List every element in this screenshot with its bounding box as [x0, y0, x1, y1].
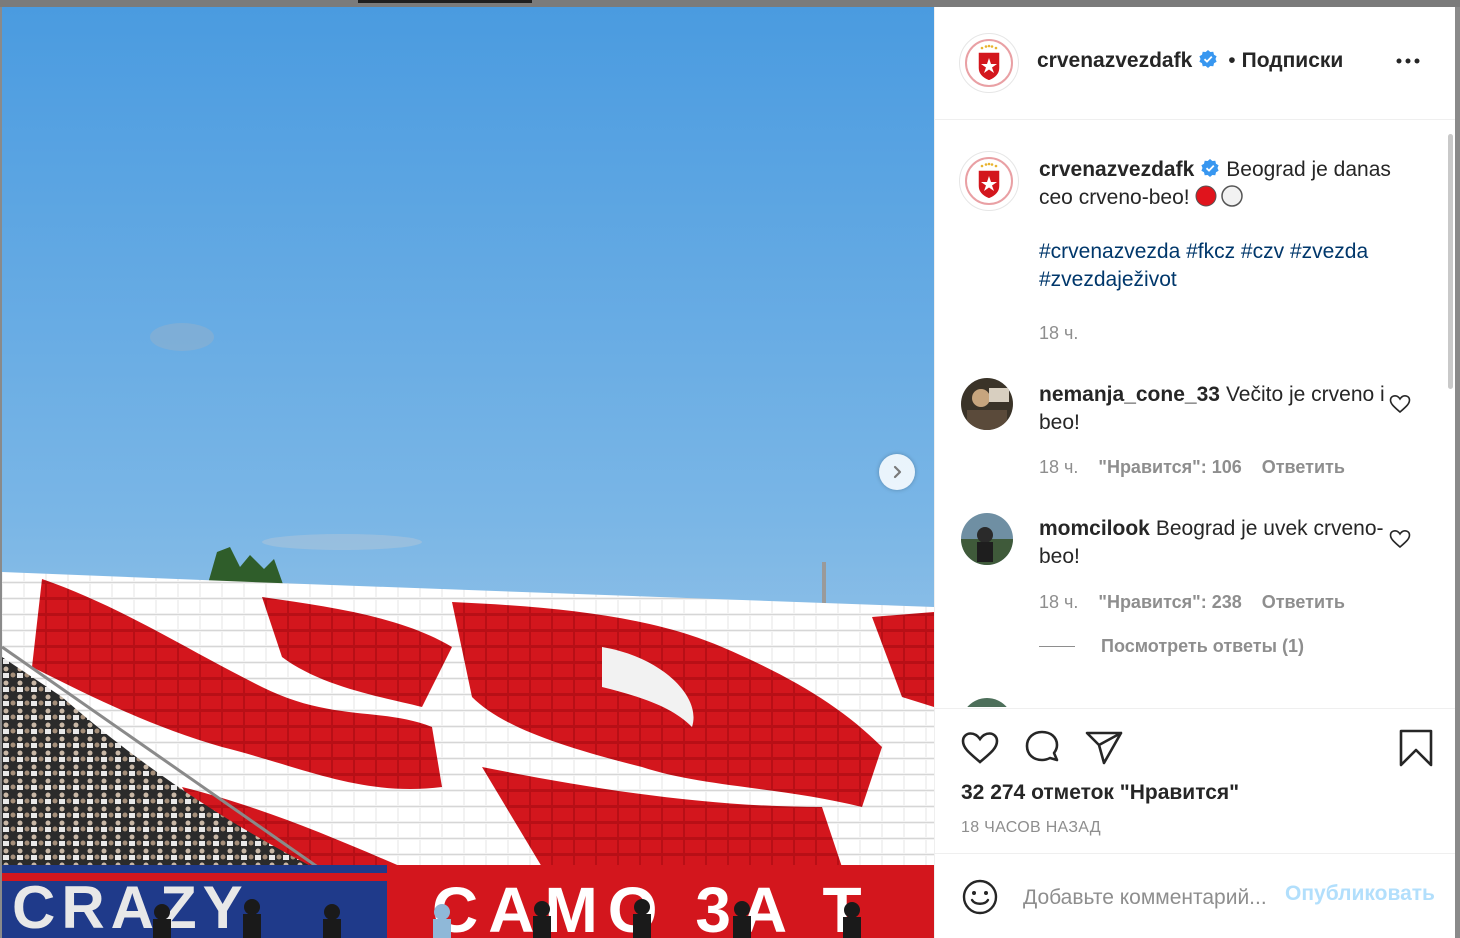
post-photo[interactable]: CRAZY CAMO 3A T — [2, 7, 934, 938]
comment-avatar[interactable] — [961, 698, 1013, 707]
smiley-icon — [962, 879, 998, 915]
comment-like-button[interactable] — [1388, 527, 1412, 551]
heart-icon — [1389, 529, 1411, 549]
verified-badge-icon — [1199, 50, 1217, 68]
chevron-right-icon — [893, 465, 902, 479]
caption-text-block: crvenazvezdafk Beograd je danas ceo crve… — [1039, 156, 1399, 212]
publish-button[interactable]: Опубликовать — [1285, 882, 1435, 906]
caption-avatar[interactable] — [959, 151, 1019, 211]
comment-reply-button[interactable]: Ответить — [1262, 592, 1345, 612]
caption-hashtags[interactable]: #crvenazvezda #fkcz #czv #zvezda #zvezda… — [1039, 238, 1399, 294]
comment-likes-count[interactable]: "Нравится": 106 — [1098, 457, 1241, 477]
stadium-choreo-image: CRAZY CAMO 3A T — [2, 7, 934, 938]
comment-input[interactable] — [1021, 880, 1287, 916]
likes-count[interactable]: 32 274 отметок "Нравится" — [961, 781, 1239, 805]
club-crest-icon — [965, 39, 1013, 87]
replies-divider — [1039, 646, 1075, 647]
like-button[interactable] — [959, 727, 1001, 769]
user-avatar-photo — [967, 698, 1007, 707]
club-crest-icon — [965, 157, 1013, 205]
comment-age: 18 ч. — [1039, 592, 1079, 612]
comment-text-block: momcilook Beograd je uvek crveno-beo! — [1039, 515, 1399, 571]
browser-top-bar — [0, 0, 1460, 7]
comment-avatar[interactable] — [961, 513, 1013, 565]
comment-text-block: nemanja_cone_33 Večito je crveno i beo! — [1039, 381, 1399, 437]
comment-button[interactable] — [1021, 727, 1063, 769]
following-button[interactable]: Подписки — [1242, 49, 1344, 72]
comment-bubble-icon — [1025, 730, 1059, 762]
save-button[interactable] — [1395, 727, 1437, 769]
comments-list[interactable]: crvenazvezdafk Beograd je danas ceo crve… — [935, 120, 1455, 707]
comment-reply-button[interactable]: Ответить — [1262, 457, 1345, 477]
paper-plane-icon — [1085, 731, 1123, 765]
post-modal: CRAZY CAMO 3A T crvenazvezdafk • Подписк… — [2, 7, 1455, 938]
share-button[interactable] — [1083, 727, 1125, 769]
comment-like-button[interactable] — [1388, 392, 1412, 416]
header-username[interactable]: crvenazvezdafk — [1037, 49, 1192, 72]
comment-likes-count[interactable]: "Нравится": 238 — [1098, 592, 1241, 612]
banner-camo: CAMO 3A T — [432, 874, 872, 938]
caption-username[interactable]: crvenazvezdafk — [1039, 158, 1194, 181]
red-white-circles-emoji-icon — [1195, 185, 1244, 207]
heart-icon — [961, 732, 999, 764]
comment-username[interactable]: nemanja_cone_33 — [1039, 383, 1220, 406]
comment-age: 18 ч. — [1039, 457, 1079, 477]
post-actions: 32 274 отметок "Нравится" 18 ЧАСОВ НАЗАД — [935, 708, 1455, 859]
comment-meta: 18 ч. "Нравится": 106 Ответить — [1039, 457, 1365, 478]
post-header: crvenazvezdafk • Подписки — [935, 7, 1455, 120]
caption-meta: 18 ч. — [1039, 323, 1098, 344]
header-separator: • — [1228, 49, 1236, 72]
browser-tab-indicator — [358, 0, 532, 3]
emoji-button[interactable] — [961, 878, 999, 916]
user-avatar-photo — [961, 513, 1013, 565]
caption-age: 18 ч. — [1039, 323, 1079, 343]
next-photo-button[interactable] — [879, 454, 915, 490]
heart-icon — [1389, 394, 1411, 414]
view-replies-label: Посмотреть ответы (1) — [1101, 636, 1304, 656]
post-side-panel: crvenazvezdafk • Подписки crvenazvezdafk… — [934, 7, 1455, 938]
comment-username[interactable]: momcilook — [1039, 517, 1150, 540]
more-dots-icon — [1396, 58, 1420, 64]
banner-crazy: CRAZY — [12, 874, 249, 938]
post-time-ago[interactable]: 18 ЧАСОВ НАЗАД — [961, 819, 1101, 837]
comment-meta: 18 ч. "Нравится": 238 Ответить — [1039, 592, 1365, 613]
user-avatar-photo — [961, 378, 1013, 430]
verified-badge-icon — [1201, 159, 1219, 177]
more-options-button[interactable] — [1393, 51, 1423, 71]
bookmark-icon — [1399, 729, 1433, 767]
comments-scrollbar-thumb[interactable] — [1448, 134, 1453, 389]
view-replies-button[interactable]: Посмотреть ответы (1) — [1039, 636, 1304, 657]
add-comment-bar: Опубликовать — [935, 853, 1455, 938]
club-avatar[interactable] — [959, 33, 1019, 93]
comment-avatar[interactable] — [961, 378, 1013, 430]
